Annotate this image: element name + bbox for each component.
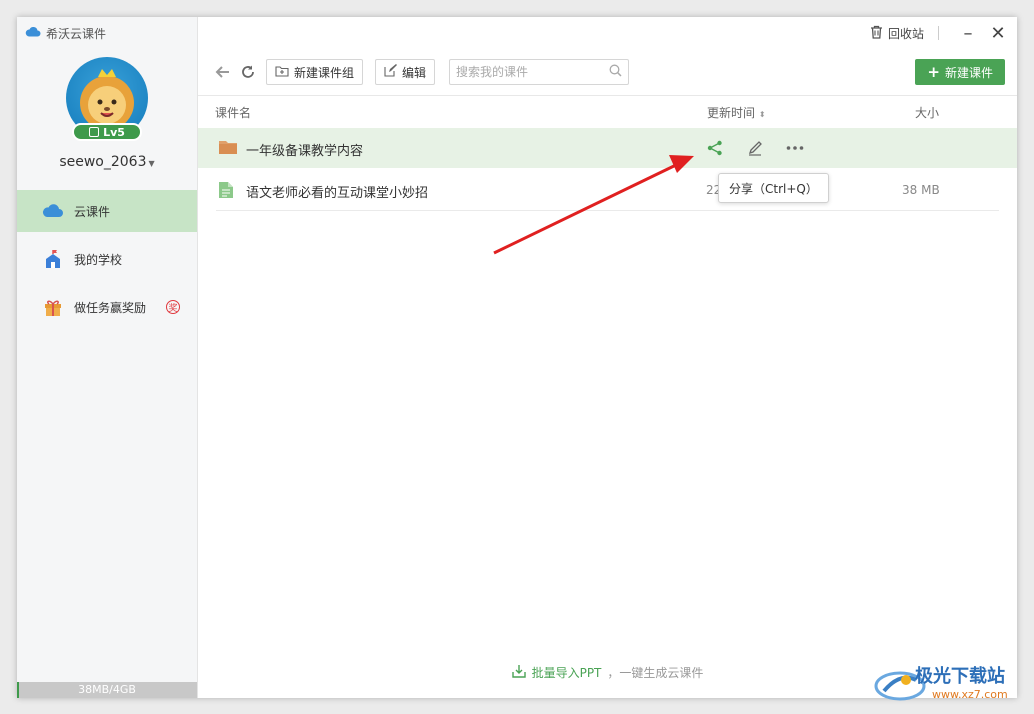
cloud-logo-icon [25, 26, 41, 40]
app-title: 希沃云课件 [25, 25, 106, 41]
new-group-label: 新建课件组 [294, 65, 355, 80]
reward-badge: 奖 [166, 300, 180, 314]
cloud-icon [42, 201, 64, 221]
watermark-text: 极光下载站 [915, 666, 1005, 687]
edit-label: 编辑 [402, 65, 427, 80]
search-box [449, 59, 629, 85]
sidebar-item-tasks-rewards[interactable]: 做任务赢奖励 奖 [17, 286, 197, 328]
row-name: 语文老师必看的互动课堂小妙招 [246, 186, 429, 201]
more-options-icon[interactable] [784, 138, 806, 158]
search-icon[interactable] [609, 64, 622, 80]
level-badge: Lv5 [72, 123, 142, 141]
import-icon [511, 664, 526, 681]
school-icon [42, 249, 64, 269]
edit-icon [384, 64, 397, 80]
sidebar: 希沃云课件 Lv5 seewo_2063 ▼ 云课件 我的学校 做任务赢奖励 奖… [17, 17, 198, 698]
gift-icon [42, 297, 64, 317]
row-size: 38 MB [902, 183, 940, 197]
refresh-icon[interactable] [238, 62, 258, 82]
table-row[interactable]: 语文老师必看的互动课堂小妙招 22 38 MB [216, 170, 999, 211]
sidebar-item-label: 我的学校 [74, 252, 123, 267]
file-icon [218, 181, 234, 202]
app-window: 希沃云课件 Lv5 seewo_2063 ▼ 云课件 我的学校 做任务赢奖励 奖… [17, 17, 1017, 698]
avatar[interactable]: Lv5 [66, 57, 148, 141]
sidebar-item-my-school[interactable]: 我的学校 [17, 238, 197, 280]
row-actions [704, 138, 806, 158]
import-hint-suffix: ，一键生成云课件 [607, 666, 704, 680]
table-header: 课件名 更新时间 ⬍ 大小 [198, 95, 1017, 126]
window-topbar: 回收站 – ✕ [870, 17, 1017, 49]
close-button[interactable]: ✕ [983, 18, 1013, 48]
main-panel: 回收站 – ✕ 新建课件组 编辑 搜索我的课件 + 新建课件 课件名 更新时间 … [198, 17, 1017, 698]
row-name: 一年级备课教学内容 [246, 144, 364, 159]
level-text: Lv5 [103, 125, 125, 139]
column-header-time[interactable]: 更新时间 ⬍ [707, 104, 766, 121]
recycle-bin-label: 回收站 [887, 26, 924, 41]
topbar-divider [938, 26, 939, 40]
new-folder-icon [275, 65, 289, 80]
sidebar-item-label: 云课件 [74, 204, 111, 219]
username-text: seewo_2063 [59, 154, 147, 170]
watermark-url: www.xz7.com [932, 688, 1008, 701]
column-header-time-label: 更新时间 [707, 106, 756, 120]
username-dropdown[interactable]: seewo_2063 ▼ [17, 154, 197, 170]
rename-pencil-icon[interactable] [744, 138, 766, 158]
column-header-name: 课件名 [215, 106, 252, 120]
new-courseware-button[interactable]: + 新建课件 [915, 59, 1005, 85]
plus-icon: + [927, 63, 940, 81]
level-icon [89, 127, 100, 137]
watermark-logo: 极光下载站 www.xz7.com [870, 658, 1030, 708]
back-arrow-icon[interactable] [212, 62, 232, 82]
table-row[interactable]: 一年级备课教学内容 [198, 128, 1017, 168]
edit-button[interactable]: 编辑 [375, 59, 436, 85]
storage-label: 38MB/4GB [78, 683, 136, 696]
sidebar-item-cloud-courseware[interactable]: 云课件 [17, 190, 197, 232]
new-group-button[interactable]: 新建课件组 [266, 59, 364, 85]
app-title-text: 希沃云课件 [46, 26, 107, 41]
storage-fill [17, 682, 19, 698]
column-header-size: 大小 [915, 106, 940, 120]
share-icon[interactable] [704, 138, 726, 158]
search-input[interactable] [456, 65, 601, 79]
new-courseware-label: 新建课件 [944, 65, 993, 80]
folder-icon [218, 139, 238, 158]
storage-bar: 38MB/4GB [17, 682, 197, 698]
sidebar-item-label: 做任务赢奖励 [74, 300, 147, 315]
sort-icon: ⬍ [758, 110, 766, 119]
trash-icon [870, 25, 883, 42]
toolbar: 新建课件组 编辑 + 新建课件 [198, 59, 1017, 85]
minimize-button[interactable]: – [953, 18, 983, 48]
recycle-bin-button[interactable]: 回收站 [870, 25, 924, 42]
batch-import-ppt-link[interactable]: 批量导入PPT [532, 664, 602, 681]
chevron-down-icon: ▼ [148, 159, 155, 168]
share-tooltip: 分享（Ctrl+Q） [718, 173, 829, 203]
